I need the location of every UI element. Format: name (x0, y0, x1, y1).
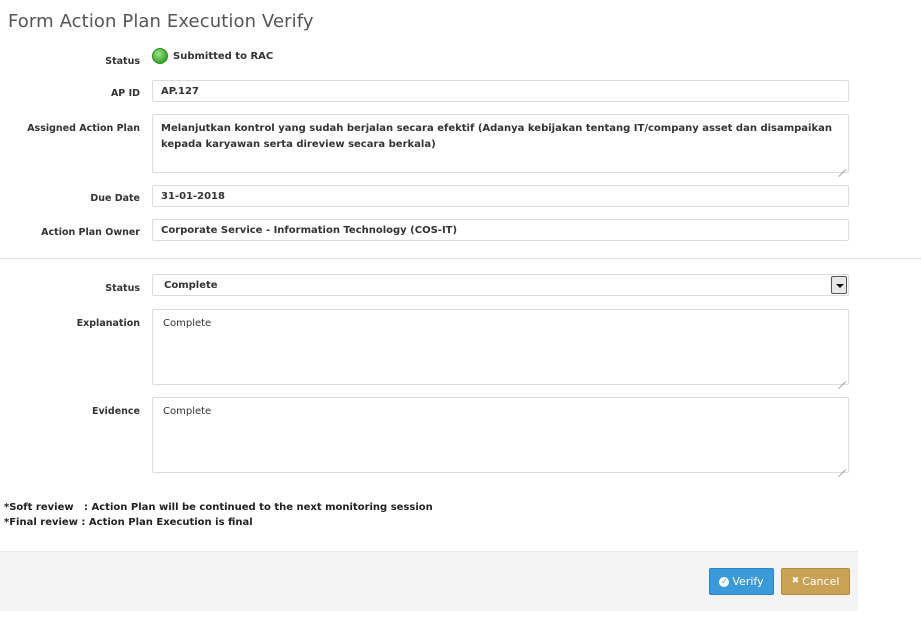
explanation-label: Explanation (76, 318, 140, 329)
section-divider (0, 258, 921, 259)
verify-button-label: Verify (732, 575, 764, 588)
due-date-value: 31-01-2018 (161, 191, 225, 202)
explanation-textarea[interactable]: Complete (152, 309, 849, 385)
assigned-action-plan-value: Melanjutkan kontrol yang sudah berjalan … (161, 123, 832, 150)
action-plan-owner-value: Corporate Service - Information Technolo… (161, 225, 458, 236)
status-select[interactable]: Complete (152, 274, 849, 296)
cancel-button-label: Cancel (802, 575, 840, 588)
evidence-label: Evidence (91, 406, 140, 417)
ap-id-value: AP.127 (161, 86, 199, 97)
status-dot-icon (152, 48, 168, 64)
page-title: Form Action Plan Execution Verify (8, 11, 314, 32)
explanation-value: Complete (163, 318, 212, 329)
status-select-value: Complete (164, 280, 218, 291)
resize-grip-icon (838, 162, 846, 170)
assigned-action-plan-field: Melanjutkan kontrol yang sudah berjalan … (152, 114, 849, 173)
evidence-value: Complete (163, 406, 212, 417)
assigned-action-plan-label: Assigned Action Plan (27, 123, 140, 134)
status-value: Submitted to RAC (173, 50, 274, 62)
resize-grip-icon[interactable] (838, 462, 846, 470)
ap-id-label: AP ID (110, 88, 140, 99)
action-plan-owner-field: Corporate Service - Information Technolo… (152, 219, 849, 241)
status-indicator: Submitted to RAC (152, 48, 273, 64)
chevron-down-icon[interactable] (831, 276, 847, 294)
evidence-textarea[interactable]: Complete (152, 397, 849, 473)
close-icon: ✖ (791, 576, 800, 586)
due-date-field: 31-01-2018 (152, 185, 849, 207)
action-plan-owner-label: Action Plan Owner (41, 227, 140, 238)
form-status-label: Status (105, 283, 140, 294)
status-label: Status (105, 56, 140, 67)
ap-id-field: AP.127 (152, 80, 849, 102)
cancel-button[interactable]: ✖ Cancel (781, 568, 850, 595)
soft-review-note: *Soft review : Action Plan will be conti… (4, 502, 433, 513)
resize-grip-icon[interactable] (838, 374, 846, 382)
check-circle-icon: ✓ (719, 576, 730, 587)
due-date-label: Due Date (90, 193, 140, 204)
final-review-note: *Final review : Action Plan Execution is… (4, 517, 253, 528)
verify-button[interactable]: ✓ Verify (709, 568, 774, 595)
